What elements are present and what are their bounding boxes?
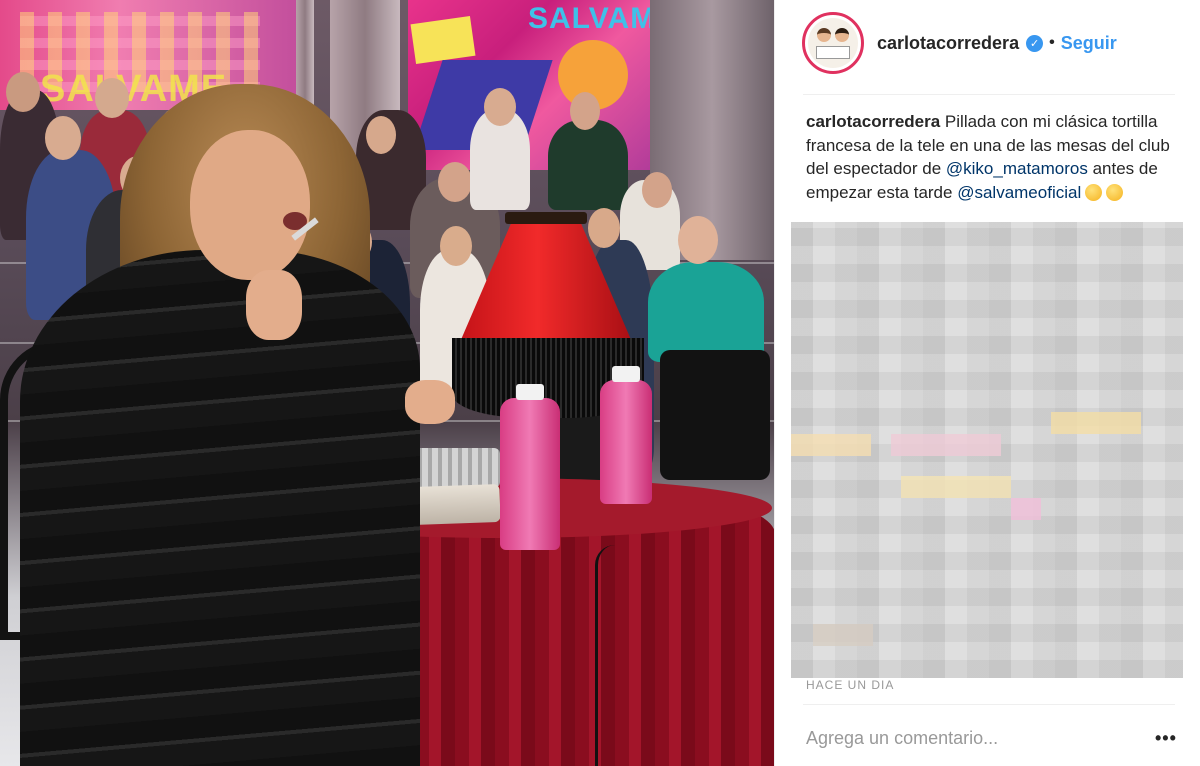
woman-black-coat (20, 250, 420, 766)
follow-button[interactable]: Seguir (1061, 33, 1117, 54)
audience-head (438, 162, 472, 202)
set-logo-right: SALVAM (528, 2, 657, 35)
audience-head (366, 116, 396, 154)
audience-head (678, 216, 718, 264)
caption-username-link[interactable]: carlotacorredera (806, 112, 940, 131)
avatar-image (808, 18, 858, 68)
more-options-icon[interactable]: ••• (1155, 728, 1177, 749)
comment-input[interactable] (806, 722, 1126, 754)
audience-member (548, 120, 628, 210)
divider (803, 94, 1175, 95)
mention-link[interactable]: @kiko_matamoros (946, 159, 1088, 178)
audience-head (484, 88, 516, 126)
audience-head (440, 226, 472, 266)
audience-head (6, 72, 40, 112)
mention-link[interactable]: @salvameoficial (957, 183, 1081, 202)
blurred-comments (791, 222, 1183, 678)
audience-head (570, 92, 600, 130)
audience-head (95, 78, 129, 118)
post-caption: carlotacorredera Pillada con mi clásica … (806, 110, 1178, 204)
pink-water-bottle (500, 384, 560, 550)
surprised-face-icon (1085, 183, 1103, 201)
divider (803, 704, 1175, 705)
woman-hand (246, 270, 302, 340)
audience-head (588, 208, 620, 248)
lamp-top (505, 212, 587, 224)
verified-badge-icon: ✓ (1026, 34, 1044, 52)
post-header: carlotacorredera ✓ • Seguir (775, 0, 1200, 86)
audience-legs (660, 350, 770, 480)
avatar[interactable] (802, 12, 864, 74)
yum-face-icon (1106, 183, 1124, 201)
post-photo[interactable]: SALVAME SALVAM (0, 0, 774, 766)
audience-member (648, 262, 764, 362)
username-link[interactable]: carlotacorredera (877, 33, 1019, 54)
post-timestamp[interactable]: HACE UN DIA (806, 678, 894, 692)
audience-head (45, 116, 81, 160)
woman-hand (405, 380, 455, 424)
woman-face (190, 130, 310, 280)
pink-water-bottle (600, 366, 652, 504)
post-side-panel: carlotacorredera ✓ • Seguir carlotacorre… (774, 0, 1200, 766)
microphone-cable (595, 545, 625, 766)
audience-head (642, 172, 672, 208)
header-separator: • (1049, 34, 1055, 51)
